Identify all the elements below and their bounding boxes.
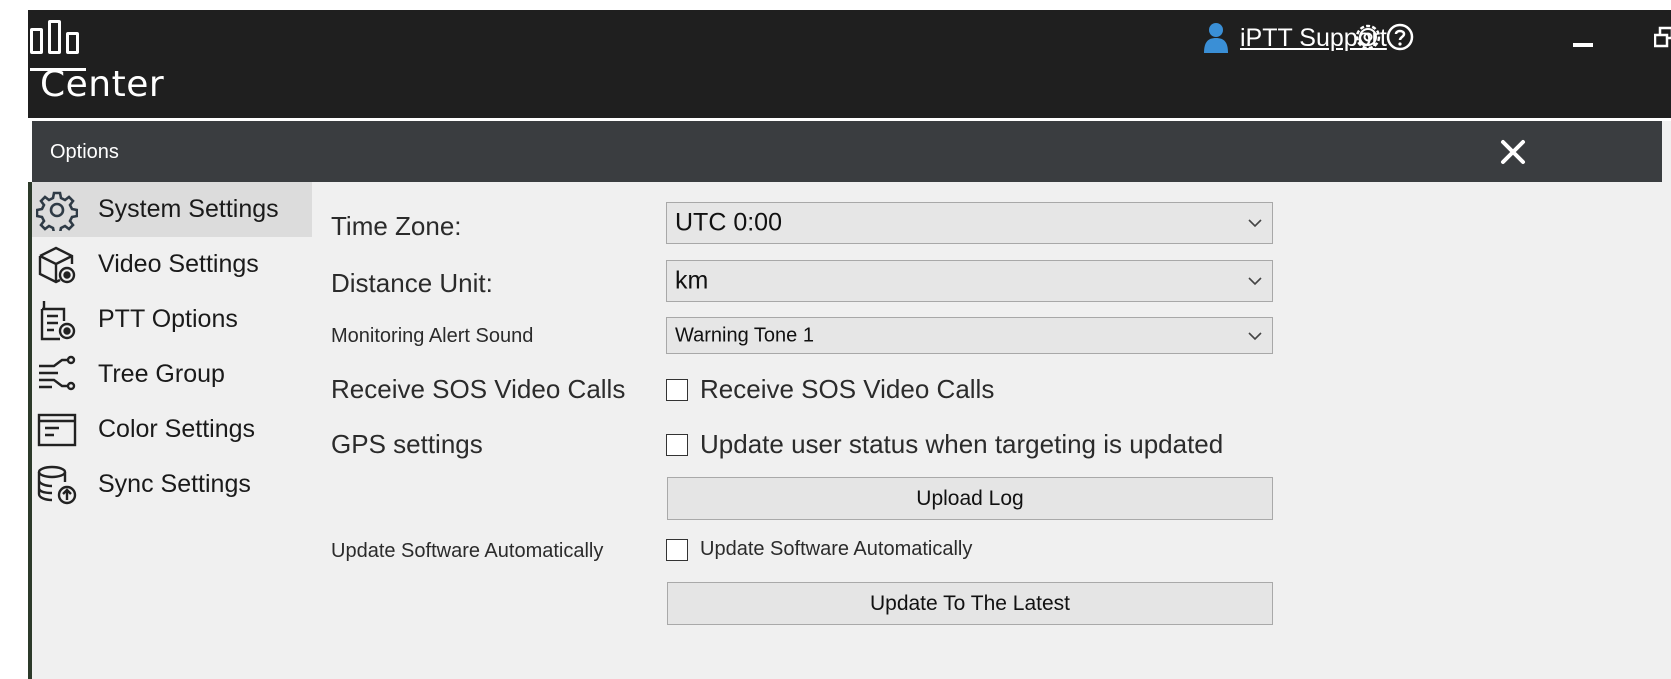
sync-database-icon <box>37 465 77 504</box>
checkbox-box[interactable] <box>666 378 688 401</box>
nav-item-video-settings[interactable]: Video Settings <box>32 237 312 292</box>
restore-icon[interactable] <box>1654 26 1671 48</box>
nav-item-system-settings[interactable]: System Settings <box>32 182 312 237</box>
help-icon[interactable] <box>1385 22 1415 52</box>
nav-item-label: Tree Group <box>98 360 225 388</box>
nav-item-label: PTT Options <box>98 305 238 333</box>
checkbox-box[interactable] <box>666 538 688 561</box>
app-title: Center <box>40 64 165 105</box>
dialog-title: Options <box>50 141 119 163</box>
ptt-radio-icon <box>40 300 76 340</box>
time-zone-value: UTC 0:00 <box>675 208 782 237</box>
nav-item-sync-settings[interactable]: Sync Settings <box>32 457 312 512</box>
close-icon[interactable] <box>1500 139 1526 165</box>
alert-sound-value: Warning Tone 1 <box>675 324 814 346</box>
checkbox-box[interactable] <box>666 433 688 456</box>
alert-sound-select[interactable]: Warning Tone 1 <box>666 317 1273 354</box>
chevron-down-icon <box>1248 219 1262 228</box>
gear-icon <box>36 191 78 231</box>
color-settings-icon <box>37 413 77 446</box>
nav-item-label: Video Settings <box>98 250 259 278</box>
tree-group-icon <box>39 355 76 390</box>
dialog-title-bar: Options <box>32 121 1662 182</box>
settings-nav: System Settings Video Settings PTT Optio… <box>32 182 312 512</box>
nav-item-label: Color Settings <box>98 415 256 443</box>
chevron-down-icon <box>1248 331 1262 340</box>
distance-unit-value: km <box>675 266 709 295</box>
video-settings-icon <box>38 246 76 283</box>
alert-sound-label: Monitoring Alert Sound <box>331 325 534 347</box>
nav-item-label: Sync Settings <box>98 470 251 498</box>
minimize-icon[interactable] <box>1573 43 1593 47</box>
nav-item-label: System Settings <box>98 195 279 223</box>
distance-unit-select[interactable]: km <box>666 260 1273 302</box>
upload-log-button[interactable]: Upload Log <box>667 477 1273 520</box>
distance-unit-label: Distance Unit: <box>331 268 493 298</box>
time-zone-label: Time Zone: <box>331 211 462 241</box>
nav-item-color-settings[interactable]: Color Settings <box>32 402 312 457</box>
sos-checkbox-label: Receive SOS Video Calls <box>700 374 995 404</box>
auto-update-label: Update Software Automatically <box>331 540 604 562</box>
sos-checkbox[interactable]: Receive SOS Video Calls <box>666 374 994 405</box>
gear-icon[interactable] <box>1353 22 1383 52</box>
user-icon <box>1204 23 1228 53</box>
sos-label: Receive SOS Video Calls <box>331 374 626 404</box>
logo-bars-icon <box>30 16 86 71</box>
chevron-down-icon <box>1248 277 1262 286</box>
auto-update-checkbox[interactable]: Update Software Automatically <box>666 538 972 561</box>
nav-item-tree-group[interactable]: Tree Group <box>32 347 312 402</box>
app-header-bar: Center iPTT Support <box>28 10 1671 118</box>
gps-checkbox-label: Update user status when targeting is upd… <box>700 429 1224 459</box>
time-zone-select[interactable]: UTC 0:00 <box>666 202 1273 244</box>
update-latest-button[interactable]: Update To The Latest <box>667 582 1273 625</box>
nav-item-ptt-options[interactable]: PTT Options <box>32 292 312 347</box>
gps-checkbox[interactable]: Update user status when targeting is upd… <box>666 429 1223 460</box>
auto-update-checkbox-label: Update Software Automatically <box>700 538 973 560</box>
gps-label: GPS settings <box>331 429 483 459</box>
